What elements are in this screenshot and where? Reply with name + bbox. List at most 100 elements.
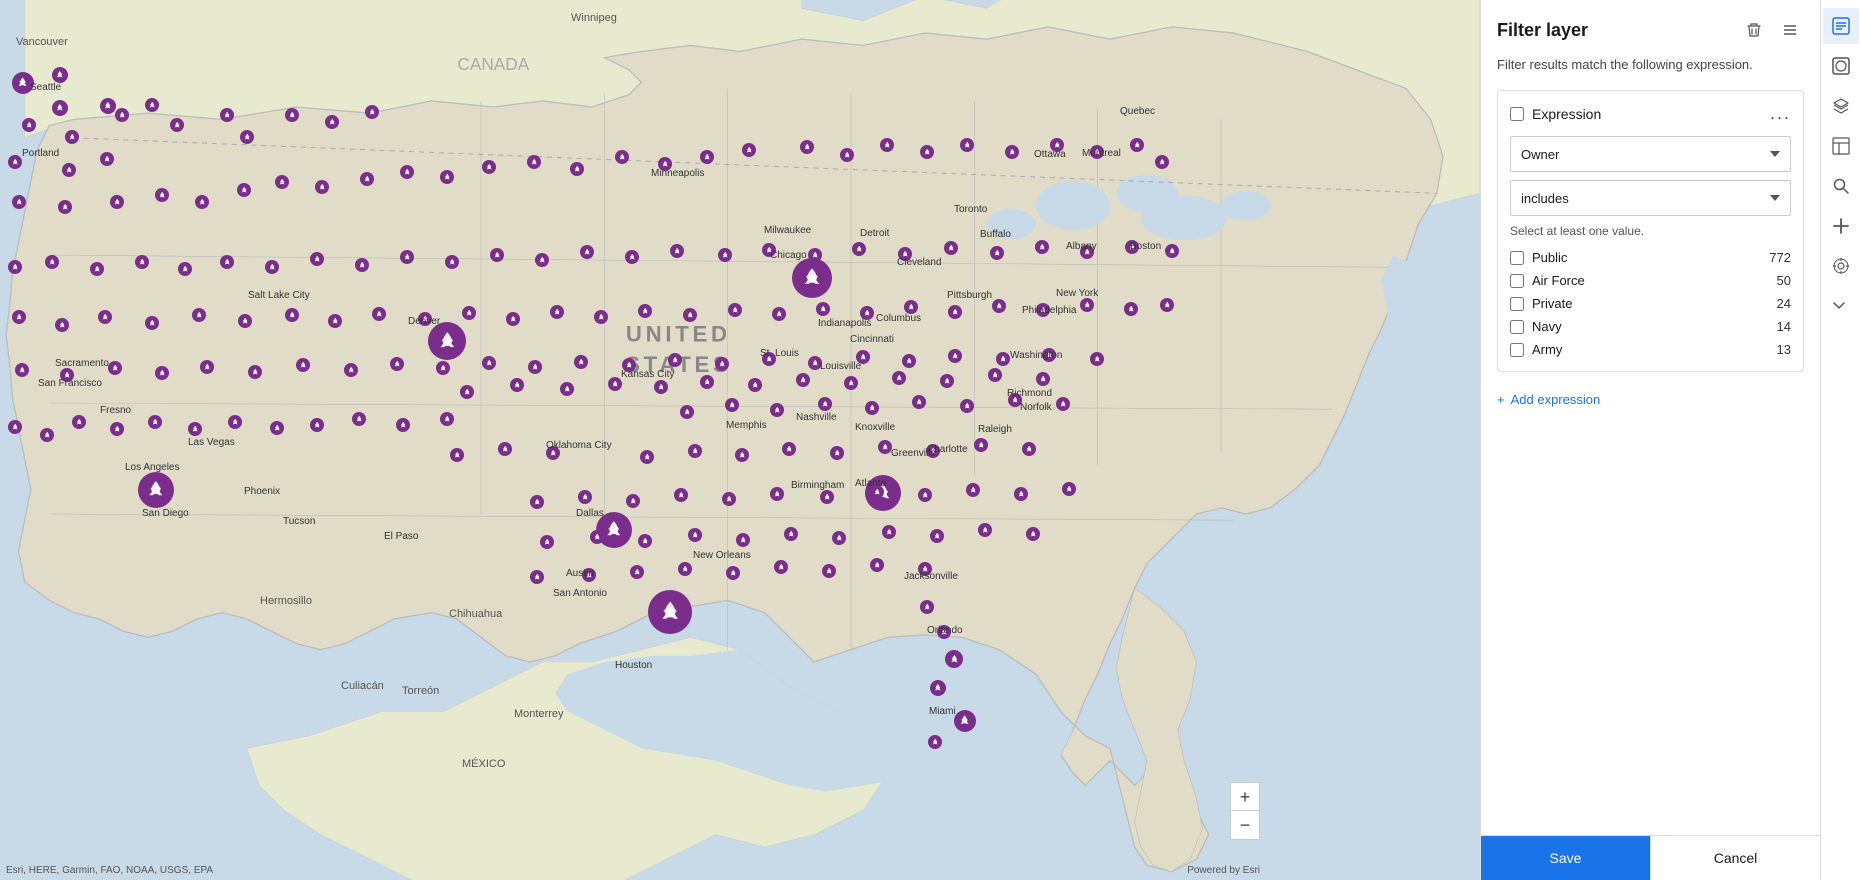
plane-marker-70 bbox=[1125, 240, 1139, 254]
value-checkbox-3[interactable] bbox=[1510, 320, 1524, 334]
plane-marker-174 bbox=[582, 568, 596, 582]
plane-marker-173 bbox=[530, 570, 544, 584]
plane-marker-136 bbox=[1056, 397, 1070, 411]
plane-marker-109 bbox=[248, 365, 262, 379]
plane-marker-47 bbox=[90, 262, 104, 276]
plane-marker-157 bbox=[918, 488, 932, 502]
plane-marker-73 bbox=[428, 322, 466, 360]
svg-text:UNITED: UNITED bbox=[626, 321, 731, 346]
plane-marker-134 bbox=[960, 399, 974, 413]
plane-marker-179 bbox=[822, 564, 836, 578]
plane-marker-4 bbox=[22, 118, 36, 132]
plane-marker-55 bbox=[445, 255, 459, 269]
plane-marker-9 bbox=[62, 163, 76, 177]
zoom-out-button[interactable]: − bbox=[1231, 811, 1259, 839]
plane-marker-89 bbox=[550, 305, 564, 319]
plane-marker-155 bbox=[820, 490, 834, 504]
plane-marker-33 bbox=[700, 150, 714, 164]
svg-text:CANADA: CANADA bbox=[457, 54, 529, 74]
plane-marker-102 bbox=[1124, 302, 1138, 316]
expression-more-button[interactable]: ... bbox=[1770, 103, 1791, 124]
value-item-army: Army 13 bbox=[1510, 340, 1791, 359]
plane-marker-147 bbox=[974, 438, 988, 452]
expression-checkbox[interactable] bbox=[1510, 107, 1524, 121]
add-expression-button[interactable]: + Add expression bbox=[1497, 388, 1804, 411]
plane-marker-88 bbox=[506, 312, 520, 326]
value-checkbox-0[interactable] bbox=[1510, 251, 1524, 265]
plane-marker-77 bbox=[12, 310, 26, 324]
plane-marker-126 bbox=[1042, 348, 1056, 362]
sidebar-item-add[interactable] bbox=[1823, 208, 1859, 244]
plane-marker-111 bbox=[344, 363, 358, 377]
value-label-2: Private bbox=[1532, 296, 1572, 311]
plane-marker-158 bbox=[966, 483, 980, 497]
sidebar-item-layers[interactable] bbox=[1823, 88, 1859, 124]
value-list: Public 772 Air Force 50 Private 24 Navy … bbox=[1510, 248, 1791, 359]
plane-marker-188 bbox=[460, 385, 474, 399]
sidebar-item-table[interactable] bbox=[1823, 128, 1859, 164]
plane-marker-208 bbox=[270, 421, 284, 435]
sidebar-item-search[interactable] bbox=[1823, 168, 1859, 204]
plane-marker-177 bbox=[726, 566, 740, 580]
plane-marker-11 bbox=[170, 118, 184, 132]
plane-marker-3 bbox=[52, 100, 68, 116]
plane-marker-62 bbox=[762, 243, 776, 257]
plane-marker-206 bbox=[188, 422, 202, 436]
plane-marker-184 bbox=[945, 650, 963, 668]
value-checkbox-1[interactable] bbox=[1510, 274, 1524, 288]
operator-dropdown[interactable]: includes excludes is is not bbox=[1510, 180, 1791, 216]
plane-marker-130 bbox=[770, 403, 784, 417]
value-item-air-force: Air Force 50 bbox=[1510, 271, 1791, 290]
save-button[interactable]: Save bbox=[1481, 836, 1650, 880]
plane-marker-143 bbox=[782, 442, 796, 456]
plane-marker-40 bbox=[1005, 145, 1019, 159]
plane-marker-96 bbox=[860, 306, 874, 320]
plane-marker-93 bbox=[728, 303, 742, 317]
value-count-4: 13 bbox=[1777, 342, 1791, 357]
plane-marker-50 bbox=[220, 255, 234, 269]
plane-marker-7 bbox=[145, 98, 159, 112]
plane-marker-83 bbox=[285, 308, 299, 322]
plane-marker-26 bbox=[400, 165, 414, 179]
plane-marker-190 bbox=[560, 382, 574, 396]
value-label-1: Air Force bbox=[1532, 273, 1585, 288]
field-dropdown[interactable]: Owner Type Name State bbox=[1510, 136, 1791, 172]
plane-marker-59 bbox=[625, 250, 639, 264]
plane-marker-17 bbox=[12, 195, 26, 209]
plane-marker-196 bbox=[844, 376, 858, 390]
plane-marker-146 bbox=[926, 444, 940, 458]
sidebar-item-collapse[interactable] bbox=[1823, 288, 1859, 324]
plane-marker-169 bbox=[882, 525, 896, 539]
map-attribution-right: Powered by Esri bbox=[1187, 865, 1260, 876]
plane-marker-64 bbox=[852, 242, 866, 256]
sidebar-item-basemap[interactable] bbox=[1823, 48, 1859, 84]
plane-marker-46 bbox=[45, 255, 59, 269]
plane-marker-112 bbox=[390, 357, 404, 371]
filter-panel-content: Filter layer Filter results match the f bbox=[1481, 0, 1820, 835]
plane-marker-137 bbox=[450, 448, 464, 462]
plane-marker-195 bbox=[796, 373, 810, 387]
sidebar-item-location[interactable] bbox=[1823, 248, 1859, 284]
plane-marker-35 bbox=[800, 140, 814, 154]
plane-marker-10 bbox=[100, 152, 114, 166]
value-count-0: 772 bbox=[1769, 250, 1791, 265]
value-item-public: Public 772 bbox=[1510, 248, 1791, 267]
value-label-3: Navy bbox=[1532, 319, 1562, 334]
plane-marker-6 bbox=[115, 108, 129, 122]
add-expression-label: Add expression bbox=[1511, 392, 1601, 407]
cancel-button[interactable]: Cancel bbox=[1650, 836, 1820, 880]
value-checkbox-4[interactable] bbox=[1510, 343, 1524, 357]
delete-button[interactable] bbox=[1740, 16, 1768, 44]
zoom-controls: + − bbox=[1230, 782, 1260, 840]
value-count-1: 50 bbox=[1777, 273, 1791, 288]
plane-marker-187 bbox=[928, 735, 942, 749]
value-checkbox-2[interactable] bbox=[1510, 297, 1524, 311]
map-attribution-left: Esri, HERE, Garmin, FAO, NOAA, USGS, EPA bbox=[6, 865, 213, 876]
menu-button[interactable] bbox=[1776, 16, 1804, 44]
zoom-in-button[interactable]: + bbox=[1231, 783, 1259, 811]
sidebar-item-filter[interactable] bbox=[1823, 8, 1859, 44]
plane-marker-129 bbox=[725, 398, 739, 412]
plane-marker-138 bbox=[498, 442, 512, 456]
plane-marker-166 bbox=[736, 533, 750, 547]
plane-marker-84 bbox=[328, 314, 342, 328]
